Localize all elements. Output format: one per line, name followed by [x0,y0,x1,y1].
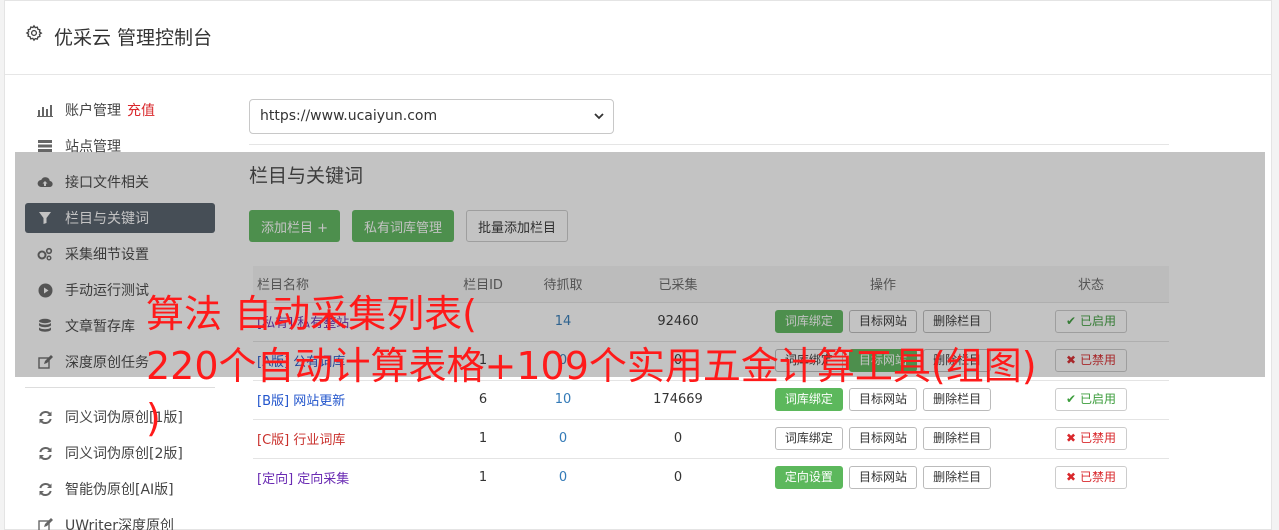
bar-chart-icon [37,102,53,118]
site-select[interactable]: https://www.ucaiyun.com [249,99,614,134]
header: 优采云 管理控制台 [5,1,1271,75]
page-title: 优采云 管理控制台 [54,27,213,49]
watermark-text: 算法 自动采集列表( 220个自动计算表格+109个实用五金计算工具(组图) ) [146,288,1146,444]
column-id-cell: 1 [443,457,523,497]
site-select-value: https://www.ucaiyun.com [260,108,438,124]
directed-settings-button[interactable]: 定向设置 [774,466,843,490]
edit-icon [37,517,53,530]
status-cell: ✖ 已禁用 [1013,457,1169,497]
pending-cell[interactable]: 0 [523,457,603,497]
watermark-line-3: ) [146,396,161,440]
table-row: [定向] 定向采集 1 0 0 定向设置 目标网站 删除栏目 ✖ 已禁用 [253,457,1169,497]
sidebar-item-uwriter[interactable]: UWriter深度原创 [25,510,215,530]
recharge-link[interactable]: 充值 [127,100,155,120]
sidebar-item-account[interactable]: 账户管理 充值 [25,95,215,125]
sidebar-item-ai-original[interactable]: 智能伪原创[AI版] [25,474,215,504]
refresh-icon [37,481,53,497]
gear-icon [25,24,43,42]
sidebar-item-label: UWriter深度原创 [65,518,174,530]
status-toggle[interactable]: ✖ 已禁用 [1055,466,1127,490]
refresh-icon [37,409,53,425]
actions-cell: 定向设置 目标网站 删除栏目 [753,457,1013,497]
watermark-line-1: 算法 自动采集列表( [146,292,477,336]
close-icon: ✖ [1066,470,1077,485]
column-tag: [定向] [257,472,294,488]
status-label: 已禁用 [1079,470,1116,485]
column-name-link[interactable]: 定向采集 [297,472,349,487]
divider [249,144,1169,145]
target-site-button[interactable]: 目标网站 [848,466,917,490]
delete-column-button[interactable]: 删除栏目 [923,466,992,490]
refresh-icon [37,445,53,461]
collected-cell: 0 [603,457,753,497]
chevron-down-icon [594,113,604,120]
sidebar-item-label: 同义词伪原创[2版] [65,446,183,462]
watermark-line-2: 220个自动计算表格+109个实用五金计算工具(组图) [146,344,1037,388]
column-name-cell: [定向] 定向采集 [253,457,443,497]
sidebar-item-label: 账户管理 [65,103,121,119]
sidebar-item-label: 智能伪原创[AI版] [65,482,174,498]
